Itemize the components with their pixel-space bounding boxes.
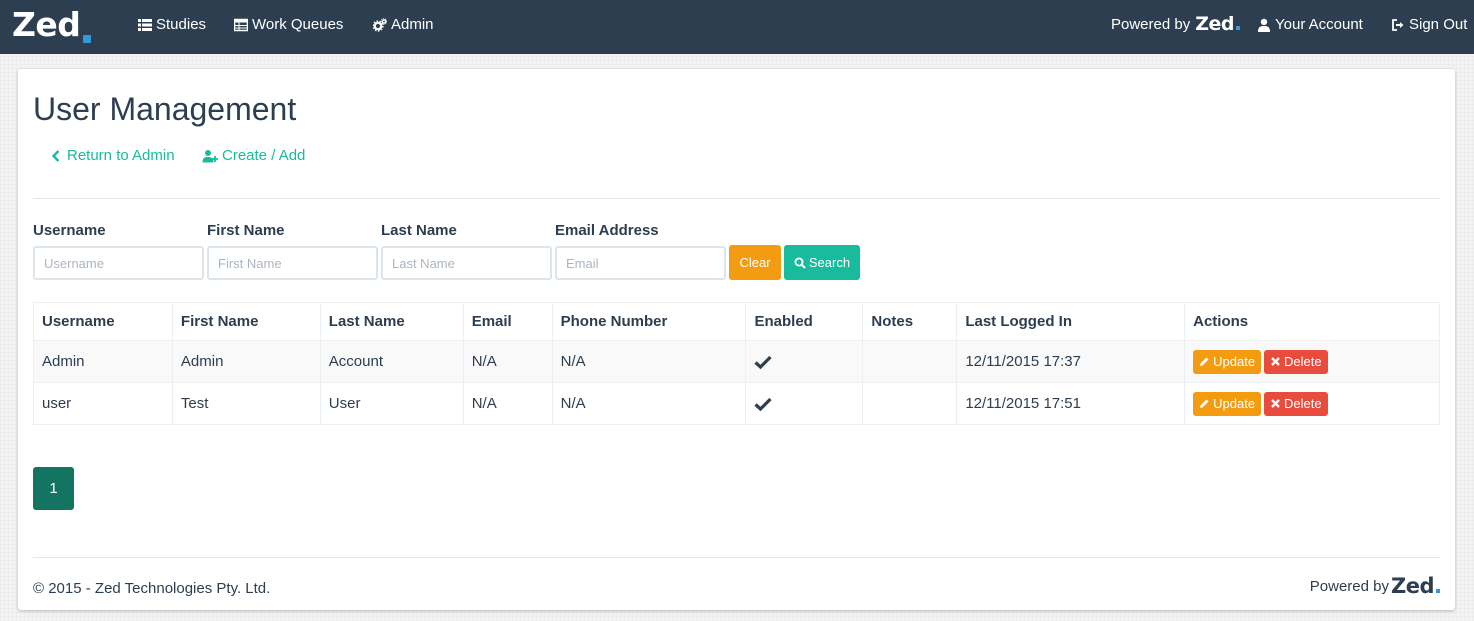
nav-work-queues[interactable]: Work Queues	[234, 16, 343, 34]
update-button[interactable]: Update	[1193, 349, 1262, 374]
powered-by-brand: Zed	[1195, 13, 1234, 35]
table-icon	[234, 18, 248, 32]
username-cell: user	[33, 382, 173, 425]
page-title: User Management	[33, 91, 297, 127]
pencil-icon	[1200, 357, 1209, 366]
users-table: Username First Name Last Name Email Phon…	[33, 302, 1440, 425]
column-header[interactable]: Username	[33, 302, 173, 341]
powered-by-logo: Zed	[1195, 13, 1240, 35]
cogs-icon	[373, 18, 387, 32]
email-cell: N/A	[462, 382, 553, 425]
column-header[interactable]: Last Name	[319, 302, 464, 341]
actions-cell: Update Delete	[1184, 340, 1440, 383]
column-header[interactable]: Email	[462, 302, 553, 341]
return-to-admin-link[interactable]: Return to Admin	[49, 147, 175, 164]
copyright-text: © 2015 - Zed Technologies Pty. Ltd.	[33, 580, 271, 597]
check-icon	[754, 354, 854, 370]
nav-admin-label: Admin	[391, 16, 434, 33]
nav-studies[interactable]: Studies	[138, 16, 206, 34]
search-button-label: Search	[808, 255, 851, 270]
last-name-search-input[interactable]	[381, 246, 552, 280]
delete-button-label: Delete	[1284, 396, 1322, 411]
email-search-input[interactable]	[555, 246, 726, 280]
brand-text: Zed	[12, 5, 81, 44]
delete-button[interactable]: Delete	[1264, 349, 1328, 374]
column-header[interactable]: Notes	[862, 302, 958, 341]
update-button[interactable]: Update	[1193, 391, 1262, 416]
delete-button[interactable]: Delete	[1264, 391, 1328, 416]
last-name-cell: Account	[319, 340, 464, 383]
search-button[interactable]: Search	[784, 245, 860, 280]
first-name-search-input[interactable]	[207, 246, 378, 280]
search-icon	[794, 257, 806, 269]
powered-by-dot	[1235, 26, 1240, 30]
create-add-label: Create / Add	[222, 147, 306, 164]
phone-cell: N/A	[551, 382, 747, 425]
powered-by-label: Powered by	[1111, 15, 1191, 33]
last-logged-in-cell: 12/11/2015 17:51	[956, 382, 1186, 425]
footer-powered-by-brand: Zed	[1390, 574, 1435, 598]
close-icon	[1271, 399, 1280, 408]
last-logged-in-cell: 12/11/2015 17:37	[956, 340, 1186, 383]
column-header[interactable]: Last Logged In	[956, 302, 1186, 341]
nav-your-account-label: Your Account	[1275, 16, 1363, 33]
brand-logo[interactable]: Zed	[12, 5, 92, 45]
notes-cell	[862, 340, 958, 383]
username-search-input[interactable]	[33, 246, 204, 280]
powered-by-footer: Powered by Zed	[1310, 574, 1440, 598]
column-header[interactable]: First Name	[171, 302, 321, 341]
nav-work-queues-label: Work Queues	[252, 16, 344, 33]
divider	[33, 198, 1440, 199]
powered-by-header: Powered by Zed	[1111, 13, 1240, 35]
notes-cell	[862, 382, 958, 425]
create-add-link[interactable]: Create / Add	[202, 147, 305, 164]
sign-out-icon	[1391, 18, 1405, 32]
delete-button-label: Delete	[1284, 354, 1322, 369]
clear-button[interactable]: Clear	[729, 245, 781, 280]
nav-sign-out-label: Sign Out	[1409, 16, 1468, 33]
footer-powered-by-logo: Zed	[1391, 574, 1440, 598]
column-header[interactable]: Enabled	[745, 302, 864, 341]
last-name-label: Last Name	[381, 222, 457, 239]
actions-cell: Update Delete	[1184, 382, 1440, 425]
table-row: Admin Admin Account N/A N/A 12/11/2015 1…	[33, 340, 1440, 383]
brand-dot	[83, 35, 92, 43]
nav-sign-out[interactable]: Sign Out	[1391, 16, 1467, 34]
username-label: Username	[33, 222, 106, 239]
user-icon	[1257, 18, 1271, 32]
chevron-left-icon	[51, 149, 60, 162]
first-name-cell: Test	[171, 382, 321, 425]
nav-admin[interactable]: Admin	[373, 16, 434, 34]
check-icon	[754, 396, 854, 412]
update-button-label: Update	[1213, 396, 1256, 411]
footer-divider	[33, 557, 1440, 558]
last-name-cell: User	[319, 382, 464, 425]
top-navbar: Zed Studies Work Queues Admin Powered by…	[0, 0, 1474, 54]
pencil-icon	[1200, 399, 1209, 408]
column-header[interactable]: Phone Number	[551, 302, 747, 341]
update-button-label: Update	[1213, 354, 1256, 369]
pagination-page-button[interactable]: 1	[33, 467, 74, 510]
column-header: Actions	[1184, 302, 1440, 341]
footer-powered-by-dot	[1436, 589, 1440, 593]
list-icon	[138, 18, 152, 32]
nav-your-account[interactable]: Your Account	[1257, 16, 1363, 34]
table-header-row: Username First Name Last Name Email Phon…	[33, 302, 1440, 341]
nav-studies-label: Studies	[156, 16, 207, 33]
enabled-cell	[745, 340, 864, 383]
clear-button-label: Clear	[739, 255, 771, 270]
table-row: user Test User N/A N/A 12/11/2015 17:51 …	[33, 382, 1440, 425]
content-panel: User Management Return to Admin Create /…	[18, 69, 1455, 610]
enabled-cell	[745, 382, 864, 425]
return-to-admin-label: Return to Admin	[67, 147, 175, 164]
close-icon	[1271, 357, 1280, 366]
username-cell: Admin	[33, 340, 173, 383]
email-cell: N/A	[462, 340, 553, 383]
first-name-cell: Admin	[171, 340, 321, 383]
phone-cell: N/A	[551, 340, 747, 383]
user-plus-icon	[202, 149, 218, 162]
email-label: Email Address	[555, 222, 659, 239]
first-name-label: First Name	[207, 222, 285, 239]
footer-powered-by-label: Powered by	[1309, 577, 1389, 595]
